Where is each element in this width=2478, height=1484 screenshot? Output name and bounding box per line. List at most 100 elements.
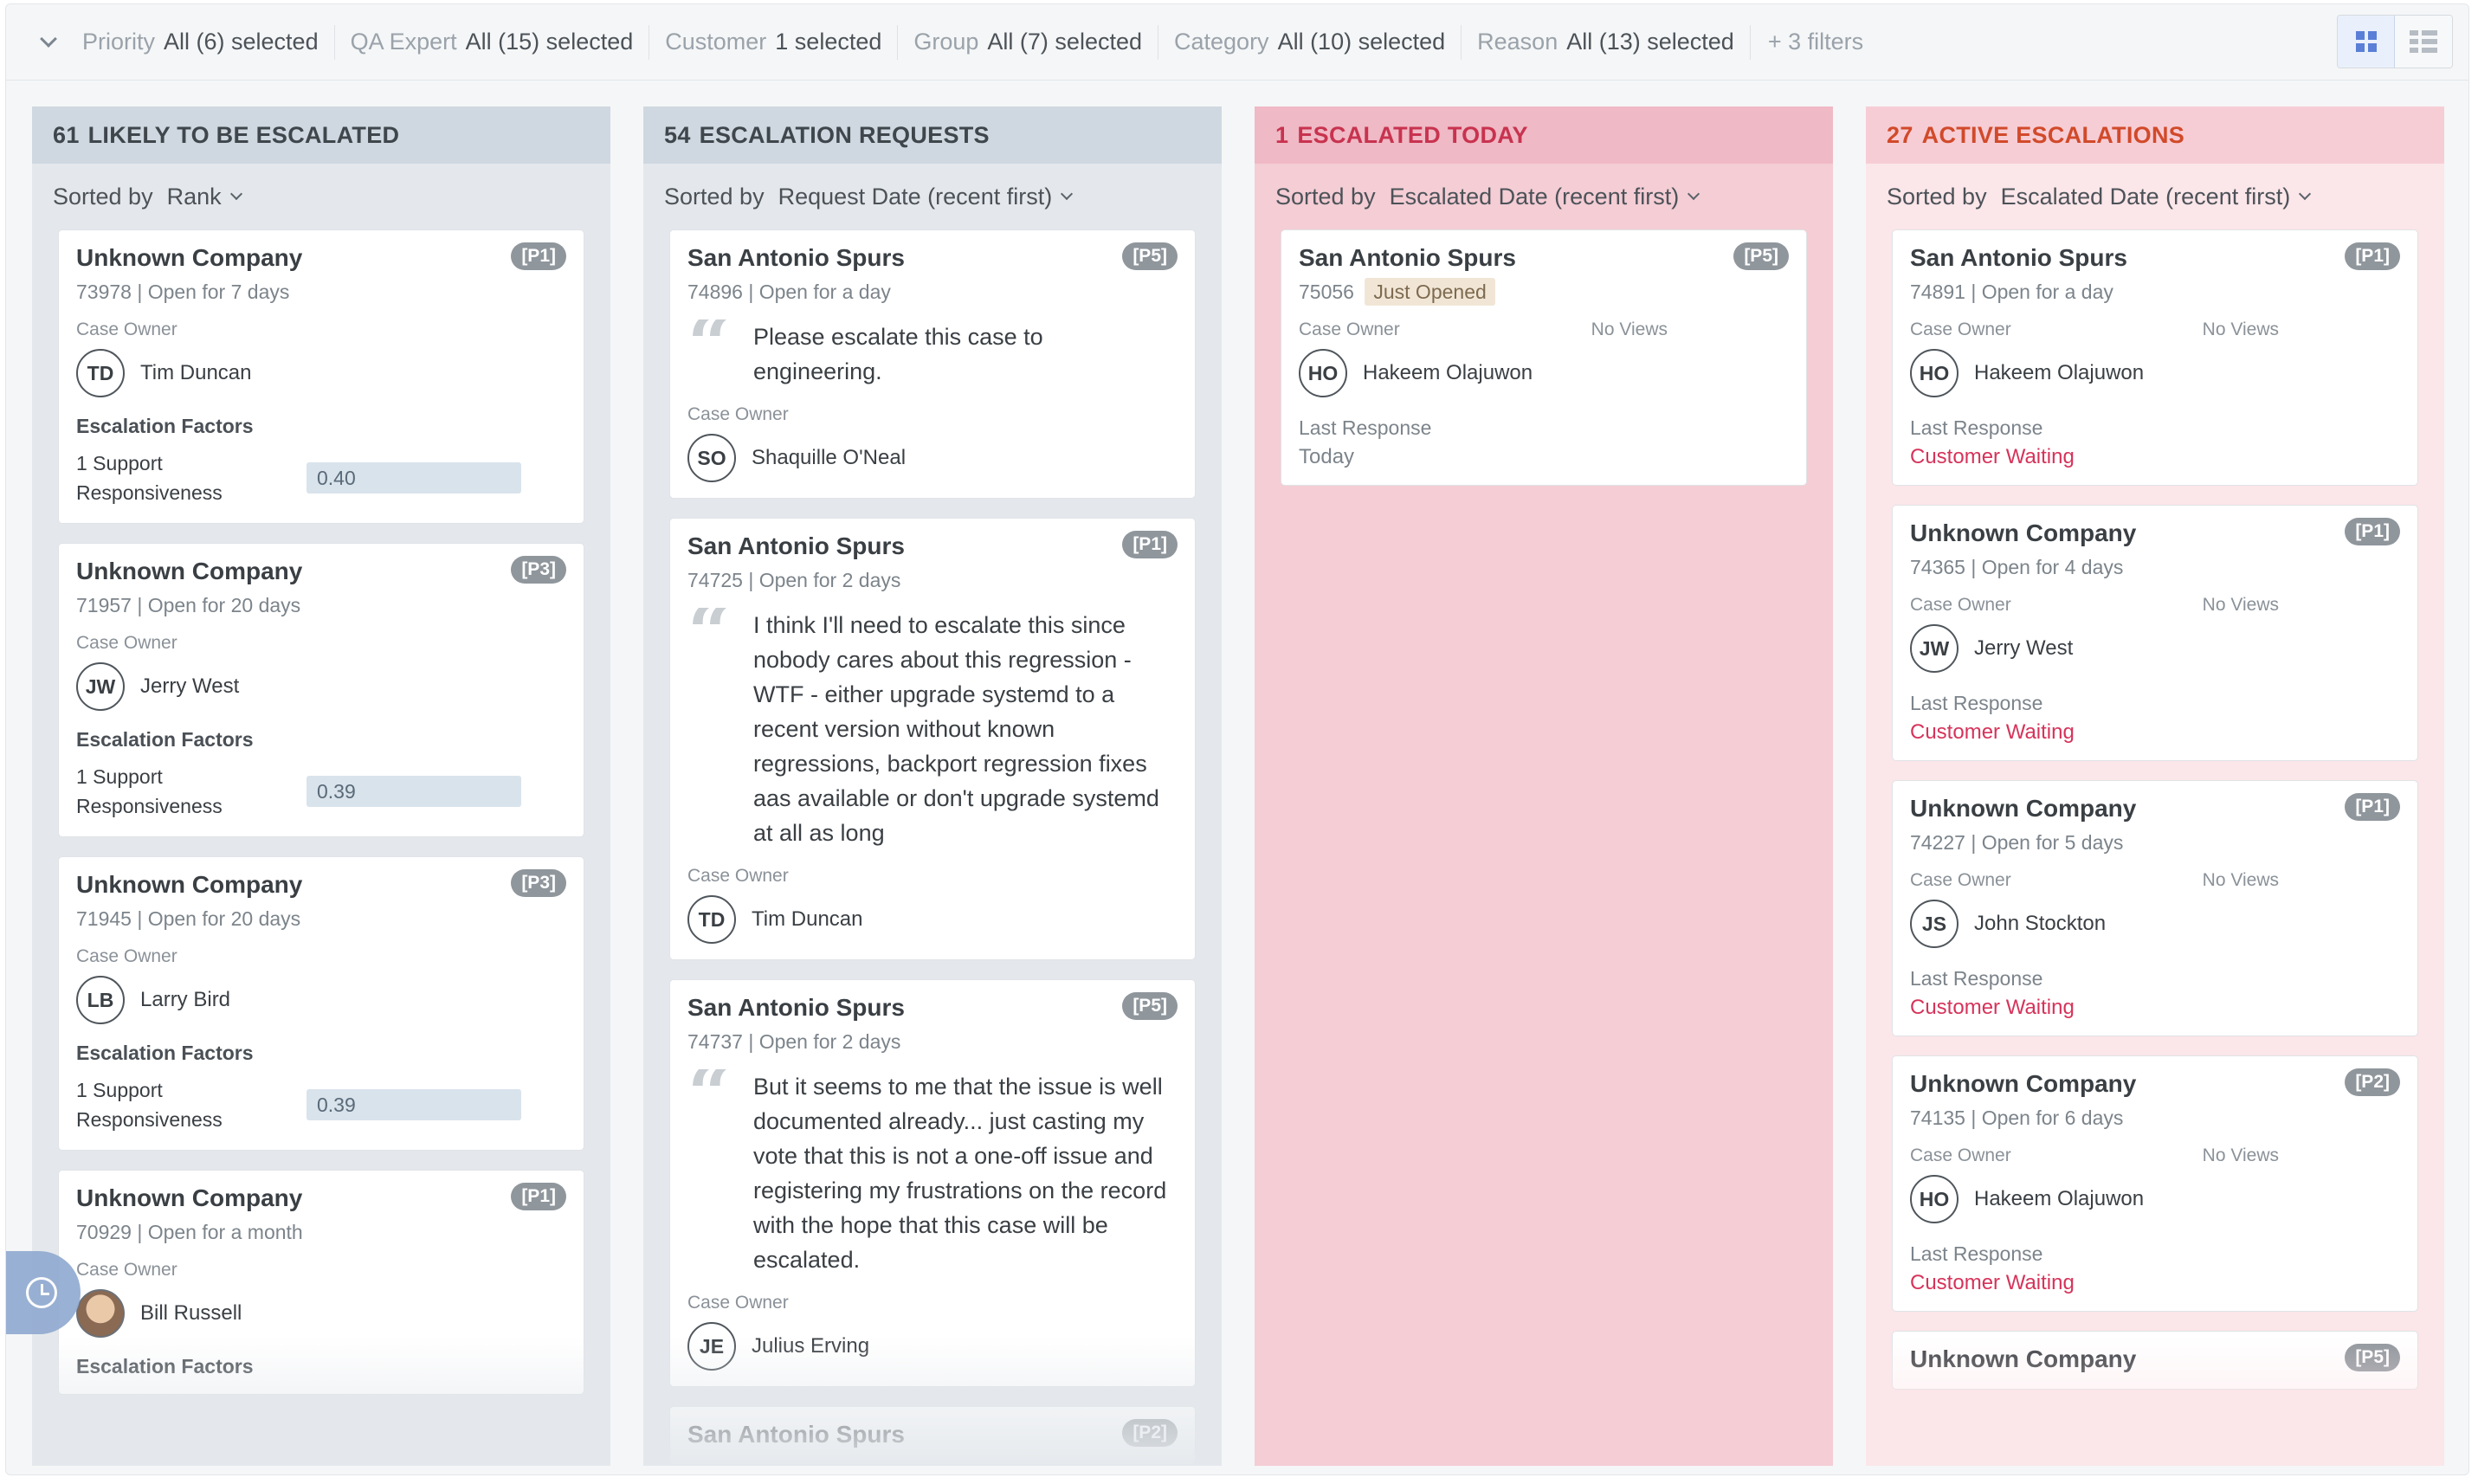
case-company: San Antonio Spurs (1299, 244, 1516, 271)
sort-control[interactable]: Sorted by Escalated Date (recent first) (1255, 164, 1833, 229)
case-card[interactable]: San Antonio Spurs [P1] 74891 | Open for … (1892, 229, 2418, 486)
factor-label: 1 Support Responsiveness (76, 452, 223, 504)
case-card[interactable]: San Antonio Spurs [P5] 75056 Just Opened… (1281, 229, 1807, 486)
quote-icon: “ (687, 319, 753, 358)
filter-category[interactable]: Category All (10) selected (1158, 24, 1462, 60)
filter-customer[interactable]: Customer 1 selected (649, 24, 899, 60)
filter-value: All (15) selected (465, 29, 634, 55)
views-count: No Views (2202, 870, 2279, 890)
sort-control[interactable]: Sorted by Escalated Date (recent first) (1866, 164, 2444, 229)
quote-text: I think I'll need to escalate this since… (753, 612, 1159, 846)
owner-label: Case Owner (76, 1260, 177, 1280)
column-title: ACTIVE ESCALATIONS (1921, 121, 2185, 148)
card-list: San Antonio Spurs [P5] 74896 | Open for … (643, 229, 1222, 1465)
sort-control[interactable]: Sorted by Rank (32, 164, 610, 229)
case-meta: 74896 | Open for a day (687, 281, 891, 303)
sort-value: Rank (166, 183, 222, 210)
case-meta: 70929 | Open for a month (76, 1221, 303, 1243)
avatar: JE (687, 1322, 736, 1371)
case-card[interactable]: Unknown Company [P3] 71945 | Open for 20… (58, 856, 584, 1151)
sort-value: Escalated Date (recent first) (1389, 183, 1680, 210)
case-meta: 74365 | Open for 4 days (1910, 556, 2124, 578)
case-card[interactable]: Unknown Company [P1] 74365 | Open for 4 … (1892, 505, 2418, 761)
case-company: Unknown Company (1910, 1070, 2137, 1097)
column-active-escalations: 27 ACTIVE ESCALATIONS Sorted by Escalate… (1866, 106, 2444, 1466)
more-filters-link[interactable]: + 3 filters (1751, 29, 1863, 55)
owner-name: Bill Russell (140, 1301, 242, 1325)
avatar: JW (1910, 624, 1959, 673)
owner-name: Tim Duncan (752, 907, 863, 931)
factor-label: 1 Support Responsiveness (76, 765, 223, 817)
case-card[interactable]: San Antonio Spurs [P5] 74737 | Open for … (669, 979, 1196, 1387)
card-list: Unknown Company [P1] 73978 | Open for 7 … (32, 229, 610, 1395)
card-list: San Antonio Spurs [P1] 74891 | Open for … (1866, 229, 2444, 1390)
case-card[interactable]: Unknown Company [P2] 74135 | Open for 6 … (1892, 1055, 2418, 1312)
case-meta: 74737 | Open for 2 days (687, 1030, 901, 1053)
case-card[interactable]: Unknown Company [P3] 71957 | Open for 20… (58, 543, 584, 837)
avatar: TD (76, 349, 125, 397)
factor-score: 0.39 (307, 1089, 521, 1120)
case-card[interactable]: San Antonio Spurs [P2] (669, 1406, 1196, 1465)
chevron-down-icon (2299, 187, 2312, 201)
owner-label: Case Owner (76, 946, 177, 966)
priority-badge: [P5] (1122, 242, 1178, 270)
filter-reason[interactable]: Reason All (13) selected (1462, 24, 1751, 60)
priority-badge: [P5] (1122, 992, 1178, 1020)
escalation-factor-row: 1 Support Responsiveness 0.39 (76, 762, 566, 821)
owner-label-row: Case Owner No Views (1299, 319, 1789, 340)
filter-label: Reason (1477, 29, 1558, 55)
case-card[interactable]: Unknown Company [P1] 74227 | Open for 5 … (1892, 780, 2418, 1036)
owner-label: Case Owner (1910, 1145, 2011, 1165)
case-card[interactable]: Unknown Company [P5] (1892, 1331, 2418, 1390)
chevron-down-icon[interactable] (40, 29, 57, 48)
escalation-factor-row: 1 Support Responsiveness 0.40 (76, 448, 566, 507)
filter-value: 1 selected (775, 29, 882, 55)
case-company: San Antonio Spurs (1910, 244, 2127, 271)
escalation-factor-row: 1 Support Responsiveness 0.39 (76, 1075, 566, 1134)
filter-label: Category (1174, 29, 1269, 55)
priority-badge: [P1] (1122, 531, 1178, 558)
chevron-down-icon (1687, 187, 1700, 201)
filter-priority[interactable]: Priority All (6) selected (75, 24, 335, 60)
list-view-button[interactable] (2395, 16, 2452, 68)
column-count: 54 (664, 121, 691, 148)
last-response-label: Last Response (1910, 416, 2043, 439)
priority-badge: [P2] (1122, 1419, 1178, 1447)
case-card[interactable]: Unknown Company [P1] 70929 | Open for a … (58, 1170, 584, 1395)
last-response-value: Customer Waiting (1910, 996, 2075, 1019)
views-count: No Views (2202, 1145, 2279, 1165)
sort-value: Request Date (recent first) (778, 183, 1053, 210)
filter-group[interactable]: Group All (7) selected (898, 24, 1158, 60)
views-count: No Views (2202, 319, 2279, 339)
kanban-board: 61 LIKELY TO BE ESCALATED Sorted by Rank… (6, 106, 2468, 1474)
case-card[interactable]: San Antonio Spurs [P5] 74896 | Open for … (669, 229, 1196, 499)
case-company: San Antonio Spurs (687, 994, 905, 1021)
column-header: 1 ESCALATED TODAY (1255, 106, 1833, 164)
avatar: JS (1910, 900, 1959, 948)
views-count: No Views (2202, 595, 2279, 615)
chevron-down-icon (229, 187, 242, 201)
status-tag: Just Opened (1365, 278, 1495, 306)
owner-label-row: Case Owner No Views (1910, 319, 2400, 340)
owner-label-row: Case Owner No Views (1910, 1145, 2400, 1166)
quote-text: Please escalate this case to engineering… (753, 324, 1043, 384)
column-count: 61 (53, 121, 80, 148)
column-header: 27 ACTIVE ESCALATIONS (1866, 106, 2444, 164)
sort-control[interactable]: Sorted by Request Date (recent first) (643, 164, 1222, 229)
quote-icon: “ (687, 608, 753, 646)
grid-view-button[interactable] (2338, 16, 2395, 68)
last-response-value: Customer Waiting (1910, 720, 2075, 744)
priority-badge: [P1] (511, 1183, 566, 1210)
sort-label: Sorted by (1275, 183, 1376, 210)
last-response-label: Last Response (1910, 967, 2043, 990)
case-meta: 74135 | Open for 6 days (1910, 1107, 2124, 1129)
owner-name: Hakeem Olajuwon (1974, 361, 2145, 384)
app-frame: Priority All (6) selected QA Expert All … (5, 3, 2469, 1475)
case-card[interactable]: San Antonio Spurs [P1] 74725 | Open for … (669, 518, 1196, 960)
owner-name: Jerry West (140, 674, 240, 698)
case-card[interactable]: Unknown Company [P1] 73978 | Open for 7 … (58, 229, 584, 524)
filter-qa-expert[interactable]: QA Expert All (15) selected (335, 24, 650, 60)
case-meta: 71957 | Open for 20 days (76, 594, 301, 616)
filter-value: All (13) selected (1566, 29, 1734, 55)
priority-badge: [P1] (2345, 242, 2400, 270)
